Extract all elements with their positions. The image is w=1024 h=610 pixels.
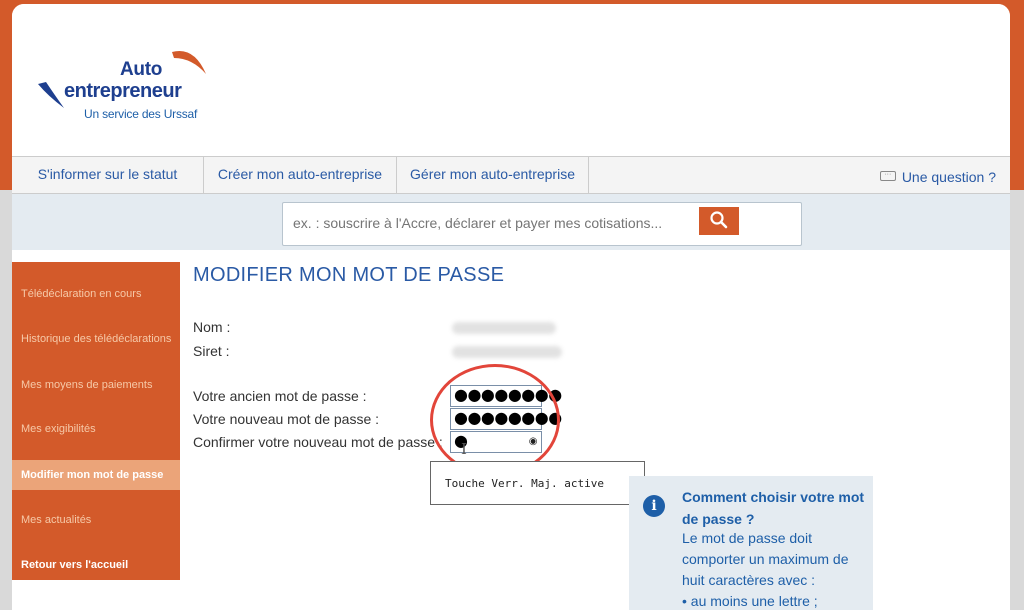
highlight-circle (430, 364, 560, 476)
nav-item-creer[interactable]: Créer mon auto-entreprise (204, 157, 397, 194)
question-link[interactable]: ··· Une question ? (879, 169, 996, 185)
caps-lock-tooltip: Touche Verr. Maj. active (430, 461, 645, 505)
search-box (282, 202, 802, 246)
password-help-box: i Comment choisir votre mot de passe ? L… (629, 476, 873, 610)
logo-text-entrepreneur: entrepreneur (64, 80, 182, 102)
search-input[interactable] (293, 215, 693, 231)
sidebar-item-paiements[interactable]: Mes moyens de paiements (12, 370, 180, 400)
header: Auto entrepreneur Un service des Urssaf (12, 4, 1010, 156)
old-password-label: Votre ancien mot de passe : (193, 388, 367, 404)
chat-bubble-icon: ··· (879, 171, 896, 182)
siret-value-blurred (452, 346, 562, 358)
sidebar-item-exigibilites[interactable]: Mes exigibilités (12, 414, 180, 444)
sidebar: Télédéclaration en cours Historique des … (12, 262, 180, 580)
search-icon (710, 210, 728, 228)
sidebar-item-modifier-mot-de-passe[interactable]: Modifier mon mot de passe (12, 460, 180, 490)
nom-value-blurred (452, 322, 556, 334)
search-button[interactable] (699, 207, 739, 235)
question-label: Une question ? (901, 169, 996, 185)
sidebar-item-historique[interactable]: Historique des télédéclarations (12, 324, 180, 354)
sidebar-item-retour-accueil[interactable]: Retour vers l'accueil (12, 550, 180, 580)
sidebar-item-actualites[interactable]: Mes actualités (12, 505, 180, 535)
nav-item-gerer[interactable]: Gérer mon auto-entreprise (397, 157, 589, 194)
help-title: Comment choisir votre mot de passe ? (682, 489, 865, 527)
page-container: Auto entrepreneur Un service des Urssaf … (12, 4, 1010, 610)
new-password-label: Votre nouveau mot de passe : (193, 411, 380, 427)
help-text: Le mot de passe doit comporter un maximu… (682, 530, 849, 588)
nav-item-informer[interactable]: S'informer sur le statut (12, 157, 204, 194)
logo-text-auto: Auto (120, 59, 163, 80)
sidebar-item-teledeclaration[interactable]: Télédéclaration en cours (12, 279, 180, 309)
auto-entrepreneur-logo[interactable]: Auto entrepreneur Un service des Urssaf (34, 44, 234, 124)
main-nav: S'informer sur le statut Créer mon auto-… (12, 156, 1010, 194)
confirm-password-label: Confirmer votre nouveau mot de passe : (193, 434, 443, 450)
info-icon: i (643, 495, 665, 517)
help-bullet: • au moins une lettre ; (682, 593, 818, 609)
logo-subline: Un service des Urssaf (84, 107, 198, 121)
nom-label: Nom : (193, 319, 231, 335)
siret-label: Siret : (193, 343, 230, 359)
search-band (12, 194, 1010, 250)
page-title: MODIFIER MON MOT DE PASSE (193, 264, 505, 286)
